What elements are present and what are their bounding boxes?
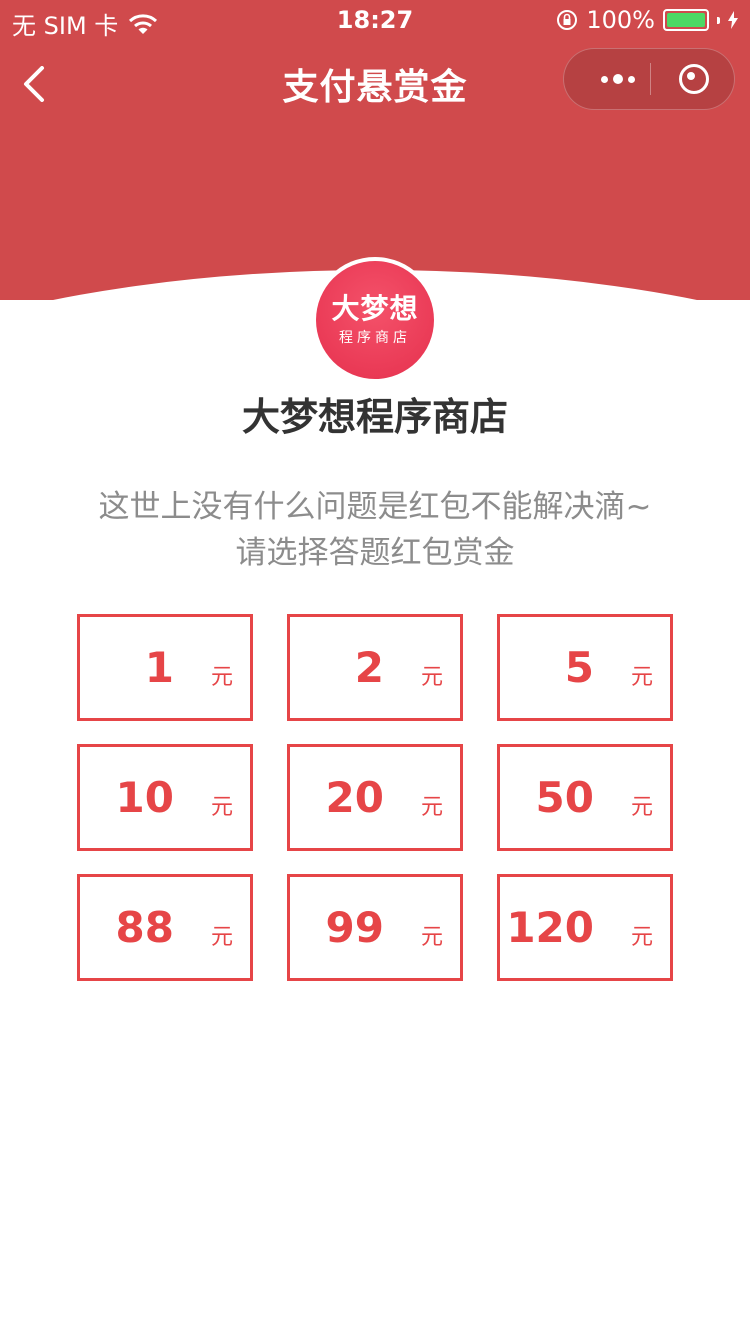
amount-unit: 元 bbox=[421, 665, 444, 690]
battery-icon bbox=[663, 9, 709, 31]
orientation-lock-icon bbox=[557, 10, 578, 30]
capsule-divider bbox=[650, 63, 651, 95]
amount-value: 10 bbox=[115, 773, 174, 822]
amount-value: 20 bbox=[325, 773, 384, 822]
target-close-icon bbox=[679, 64, 709, 94]
amount-option-5[interactable]: 5 元 bbox=[497, 614, 673, 721]
amount-value: 50 bbox=[535, 773, 594, 822]
amount-value: 99 bbox=[325, 903, 384, 952]
amount-value: 5 bbox=[564, 643, 594, 692]
charging-icon bbox=[728, 11, 738, 29]
description: 这世上没有什么问题是红包不能解决滴~ 请选择答题红包赏金 bbox=[0, 484, 750, 576]
amount-unit: 元 bbox=[631, 665, 654, 690]
close-button[interactable] bbox=[664, 49, 724, 109]
shop-logo: 大梦想 程序商店 bbox=[316, 261, 434, 379]
amount-unit: 元 bbox=[421, 925, 444, 950]
amount-value: 2 bbox=[354, 643, 384, 692]
logo-line2: 程序商店 bbox=[339, 330, 411, 346]
amount-unit: 元 bbox=[211, 795, 234, 820]
amount-unit: 元 bbox=[211, 925, 234, 950]
amount-option-99[interactable]: 99 元 bbox=[287, 874, 463, 981]
more-dots-icon bbox=[601, 75, 608, 83]
amount-unit: 元 bbox=[631, 795, 654, 820]
amount-unit: 元 bbox=[631, 925, 654, 950]
battery-tip bbox=[717, 16, 720, 24]
amount-option-2[interactable]: 2 元 bbox=[287, 614, 463, 721]
header-banner bbox=[0, 0, 750, 300]
more-button[interactable] bbox=[586, 49, 650, 109]
amount-option-50[interactable]: 50 元 bbox=[497, 744, 673, 851]
target-close-icon-dot bbox=[687, 72, 695, 80]
amount-option-88[interactable]: 88 元 bbox=[77, 874, 253, 981]
more-dots-icon-right bbox=[628, 75, 635, 83]
description-line1: 这世上没有什么问题是红包不能解决滴~ bbox=[98, 489, 652, 525]
amount-option-120[interactable]: 120 元 bbox=[497, 874, 673, 981]
logo-line1: 大梦想 bbox=[331, 292, 419, 325]
amount-option-10[interactable]: 10 元 bbox=[77, 744, 253, 851]
navigation-bar: 支付悬赏金 bbox=[0, 48, 750, 118]
battery-percent: 100% bbox=[586, 6, 655, 34]
shop-avatar: 大梦想 程序商店 bbox=[312, 257, 438, 383]
amount-unit: 元 bbox=[421, 795, 444, 820]
more-dots-icon-center bbox=[613, 74, 623, 84]
amount-value: 88 bbox=[115, 903, 174, 952]
amount-value: 120 bbox=[506, 903, 594, 952]
amount-value: 1 bbox=[144, 643, 174, 692]
mini-program-capsule bbox=[563, 48, 735, 110]
amount-option-20[interactable]: 20 元 bbox=[287, 744, 463, 851]
shop-name: 大梦想程序商店 bbox=[241, 395, 508, 439]
amount-option-1[interactable]: 1 元 bbox=[77, 614, 253, 721]
description-line2: 请选择答题红包赏金 bbox=[235, 535, 515, 571]
amount-unit: 元 bbox=[211, 665, 234, 690]
status-right: 100% bbox=[556, 6, 738, 34]
status-bar: 无 SIM 卡 18:27 100% bbox=[0, 0, 750, 40]
